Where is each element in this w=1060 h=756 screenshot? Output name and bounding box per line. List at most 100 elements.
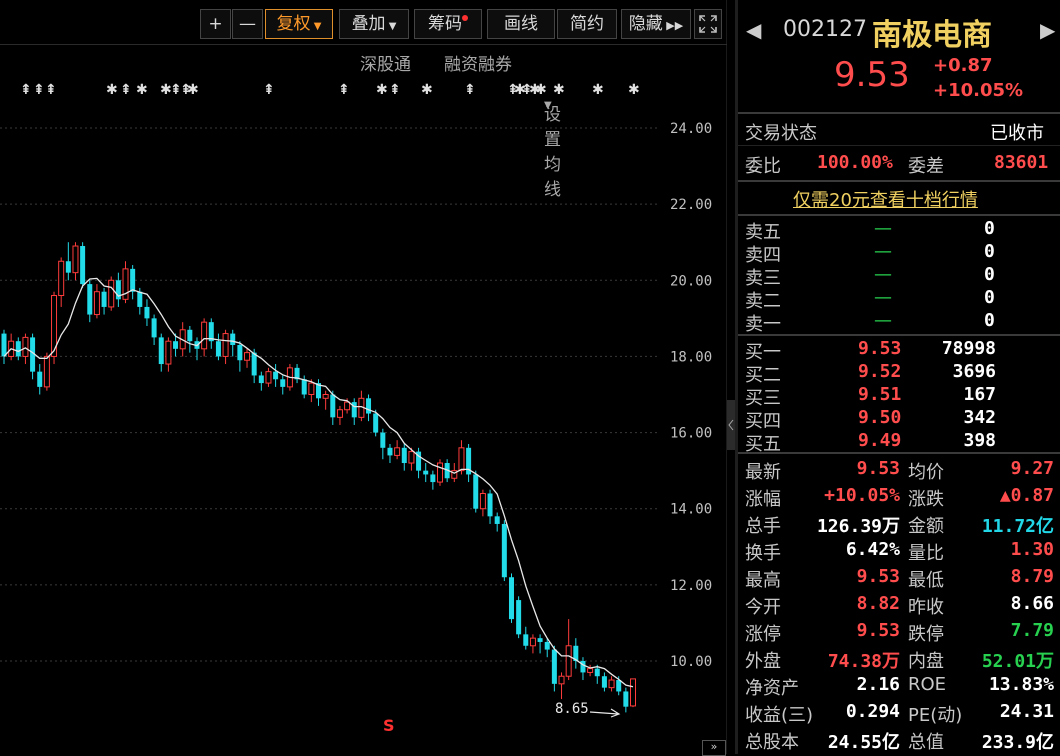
y-tick-label: 24.00 (670, 121, 712, 137)
signal-s-icon: S (383, 716, 395, 735)
candle-body (151, 318, 157, 338)
moving-average-line (3, 277, 634, 688)
candle-body (280, 379, 286, 387)
stat-label: 换手 (745, 543, 781, 564)
candle-body (594, 668, 600, 677)
stat-label: 昨收 (908, 597, 944, 618)
candle-body (1, 333, 7, 357)
sell-level-price: — (874, 218, 892, 239)
candle-body (565, 645, 572, 677)
stat-value: 52.01万 (981, 651, 1054, 672)
candle-body (330, 394, 336, 418)
stat-value: 9.53 (856, 566, 900, 587)
buy-level-price: 9.51 (858, 384, 902, 405)
stat-label: 总股本 (745, 732, 799, 753)
candle-body (508, 577, 514, 620)
candle-body (244, 352, 251, 361)
stat-value: 233.9亿 (981, 732, 1054, 753)
sell-level-price: — (874, 287, 892, 308)
event-marker-icon: ✱ (376, 82, 388, 98)
candle-body (43, 355, 50, 388)
candlestick-chart[interactable]: 24.00 22.00 20.00 18.00 16.00 14.00 12.00 10.00… (0, 0, 727, 754)
candle-body (380, 432, 386, 448)
candle-body (258, 375, 264, 384)
candle-body (544, 641, 550, 650)
stat-value: 24.31 (999, 701, 1054, 722)
stat-label: 涨跌 (908, 489, 944, 510)
candle-body (587, 668, 594, 673)
buy-level-volume: 342 (963, 407, 996, 428)
event-marker-icon: ✱ (592, 82, 604, 98)
sell-level-volume: 0 (984, 218, 995, 239)
buy-level-price: 9.49 (858, 430, 902, 451)
event-marker-icon: ⇞ (45, 82, 57, 98)
candle-body (408, 451, 415, 464)
candle-body (273, 371, 279, 380)
candle-body (458, 447, 465, 472)
y-axis-ticks: 24.00 22.00 20.00 18.00 16.00 14.00 12.00 10.00 (670, 121, 712, 670)
candle-body (501, 523, 507, 578)
price-change: +0.87 (933, 55, 993, 76)
stat-label: 涨幅 (745, 489, 781, 510)
stat-label: 总手 (745, 516, 781, 537)
stat-label: 收益(三) (745, 705, 814, 726)
event-marker-icon: ⇞ (33, 82, 45, 98)
y-tick-label: 22.00 (670, 197, 712, 213)
event-marker-icon: ✱ (187, 82, 199, 98)
candle-body (551, 649, 557, 684)
candle-body (423, 470, 429, 475)
candle-body (322, 394, 329, 399)
panel-collapse-handle[interactable] (727, 400, 735, 450)
buy-level-volume: 398 (963, 430, 996, 451)
chevron-left-icon (728, 419, 734, 431)
event-marker-icon: ✱ (553, 82, 565, 98)
candle-body (616, 680, 622, 692)
candle-body (430, 474, 436, 483)
status-value: 已收市 (990, 123, 1044, 144)
stat-label: 最低 (908, 570, 944, 591)
candle-body (494, 516, 500, 524)
candle-body (222, 333, 229, 357)
stat-value: 9.27 (1010, 458, 1054, 479)
candle-body (187, 329, 193, 342)
stock-code: 002127 (783, 17, 867, 42)
divider (738, 112, 1060, 114)
candle-body (22, 336, 29, 357)
stat-value: 0.294 (845, 701, 900, 722)
candle-body (366, 398, 372, 414)
y-tick-label: 18.00 (670, 349, 712, 365)
candle-body (537, 638, 543, 642)
sell-level-volume: 0 (984, 287, 995, 308)
candle-body (158, 337, 164, 365)
sell-level-price: — (874, 264, 892, 285)
stat-label: 跌停 (908, 624, 944, 645)
stat-label: 净资产 (745, 678, 799, 699)
stat-value: 13.83% (988, 674, 1054, 695)
stat-label: 外盘 (745, 651, 781, 672)
candle-body (580, 661, 586, 673)
candle-body (108, 279, 115, 308)
candle-body (230, 333, 236, 346)
candle-body (237, 345, 243, 361)
candle-body (387, 447, 393, 456)
buy-level-price: 9.52 (858, 361, 902, 382)
event-marker-icon: ⇞ (120, 82, 132, 98)
candle-body (37, 371, 43, 387)
candle-body (15, 341, 21, 357)
candle-body (144, 306, 150, 319)
prev-stock-icon[interactable]: ◀ (746, 18, 761, 42)
next-stock-icon[interactable]: ▶ (1040, 18, 1055, 42)
buy-level-volume: 3696 (952, 361, 996, 382)
candle-body (437, 462, 444, 483)
candle-body (401, 447, 407, 464)
stat-value: 9.53 (856, 620, 900, 641)
ten-level-link[interactable]: 仅需20元查看十档行情 (793, 186, 978, 212)
candle-body (473, 474, 479, 509)
buy-level-price: 9.50 (858, 407, 902, 428)
candle-body (523, 634, 529, 646)
weibi-label: 委比 (745, 156, 781, 177)
stat-value: 6.42% (845, 539, 900, 560)
stat-label: 均价 (908, 462, 944, 483)
buy-level-volume: 78998 (941, 338, 996, 359)
candle-body (601, 676, 607, 688)
